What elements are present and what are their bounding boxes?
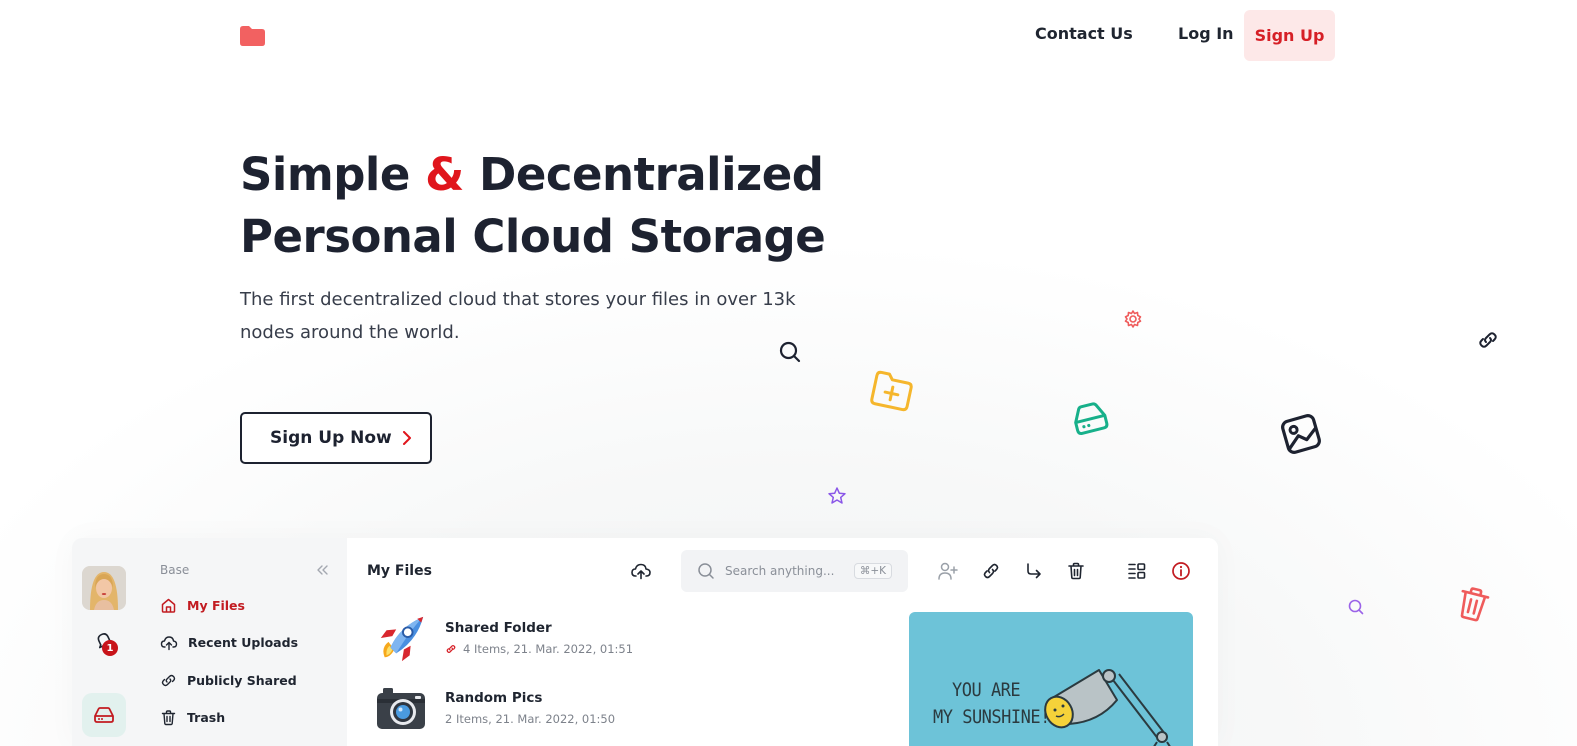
page-title: My Files bbox=[367, 563, 432, 579]
search-icon bbox=[778, 340, 802, 364]
app-sidebar: Base My Files Recent Uploads Publicly Sh… bbox=[145, 538, 347, 746]
info-icon[interactable] bbox=[1171, 561, 1191, 585]
link-icon bbox=[161, 674, 176, 686]
file-meta: 2 Items, 21. Mar. 2022, 01:50 bbox=[445, 712, 616, 726]
shared-link-icon bbox=[446, 645, 456, 653]
trash-icon bbox=[1452, 582, 1494, 625]
cloud-upload-icon bbox=[631, 563, 651, 580]
sidebar-item-label: Trash bbox=[187, 709, 226, 725]
sidebar-item-trash[interactable]: Trash bbox=[160, 706, 225, 728]
search-icon-small bbox=[1347, 598, 1365, 616]
upload-button[interactable] bbox=[630, 561, 652, 585]
file-name: Random Pics bbox=[445, 690, 543, 706]
folder-logo-icon[interactable] bbox=[240, 26, 265, 46]
notification-badge: 1 bbox=[102, 640, 118, 656]
app-main: My Files Search anything... ⌘+K Shared F… bbox=[347, 538, 1218, 746]
file-name: Shared Folder bbox=[445, 620, 552, 636]
list-item[interactable]: Random Pics 2 Items, 21. Mar. 2022, 01:5… bbox=[375, 683, 615, 733]
link-icon[interactable] bbox=[981, 561, 1001, 585]
app-rail: 1 bbox=[72, 538, 145, 746]
sidebar-item-label: Recent Uploads bbox=[188, 634, 299, 650]
hero-subtitle: The first decentralized cloud that store… bbox=[240, 289, 796, 343]
hero-title-part2: Decentralized bbox=[463, 148, 824, 201]
hero-title-part1: Simple bbox=[240, 148, 426, 201]
gear-icon bbox=[1123, 309, 1143, 329]
add-user-icon[interactable] bbox=[937, 561, 959, 585]
signup-button[interactable]: Sign Up bbox=[1244, 10, 1335, 61]
user-avatar[interactable] bbox=[82, 566, 126, 610]
signup-now-label: Sign Up Now bbox=[270, 428, 392, 448]
home-icon bbox=[161, 598, 176, 613]
hero-title-line2: Personal Cloud Storage bbox=[240, 210, 826, 263]
hero-title-ampersand: & bbox=[425, 148, 464, 201]
file-preview: YOU ARE MY SUNSHINE! bbox=[909, 612, 1193, 746]
lamp-illustration bbox=[1044, 669, 1171, 746]
sidebar-item-label: My Files bbox=[187, 597, 245, 613]
search-placeholder: Search anything... bbox=[725, 564, 835, 578]
star-icon bbox=[827, 486, 847, 506]
preview-text-line2: MY SUNSHINE! bbox=[933, 706, 1050, 729]
sidebar-item-publicly-shared[interactable]: Publicly Shared bbox=[160, 669, 297, 691]
hero-title: Simple & Decentralized Personal Cloud Sto… bbox=[240, 144, 940, 268]
nav-login-link[interactable]: Log In bbox=[1178, 24, 1234, 43]
camera-icon bbox=[375, 683, 427, 733]
move-icon[interactable] bbox=[1024, 561, 1044, 585]
view-toggle-icon[interactable] bbox=[1127, 561, 1147, 585]
nav-contact-link[interactable]: Contact Us bbox=[1035, 24, 1133, 43]
search-shortcut: ⌘+K bbox=[853, 563, 892, 579]
collapse-sidebar-icon[interactable] bbox=[315, 562, 329, 581]
hard-drive-icon bbox=[94, 707, 114, 723]
cloud-upload-icon bbox=[160, 635, 178, 650]
chevron-right-icon bbox=[402, 431, 411, 445]
signup-now-button[interactable]: Sign Up Now bbox=[240, 412, 432, 464]
sidebar-item-label: Publicly Shared bbox=[187, 672, 297, 688]
trash-icon bbox=[161, 709, 176, 725]
file-meta: 4 Items, 21. Mar. 2022, 01:51 bbox=[463, 642, 634, 656]
preview-image-text: YOU ARE MY SUNSHINE! bbox=[933, 677, 1050, 731]
folder-add-icon bbox=[868, 368, 917, 414]
preview-text-line1: YOU ARE bbox=[952, 679, 1021, 702]
drive-button[interactable] bbox=[82, 693, 126, 737]
sidebar-item-my-files[interactable]: My Files bbox=[160, 594, 245, 616]
hard-drive-icon bbox=[1068, 398, 1113, 438]
delete-icon[interactable] bbox=[1066, 561, 1086, 585]
sidebar-item-recent-uploads[interactable]: Recent Uploads bbox=[160, 631, 298, 653]
search-icon bbox=[698, 563, 714, 579]
rocket-icon bbox=[375, 613, 427, 663]
sidebar-section-label: Base bbox=[160, 563, 190, 577]
app-preview: 1 Base My Files Recent Uploads Publicly … bbox=[72, 538, 1218, 746]
image-icon bbox=[1275, 408, 1327, 460]
list-item[interactable]: Shared Folder 4 Items, 21. Mar. 2022, 01… bbox=[375, 613, 633, 663]
link-icon bbox=[1476, 328, 1500, 352]
search-bar[interactable]: Search anything... ⌘+K bbox=[681, 550, 908, 592]
